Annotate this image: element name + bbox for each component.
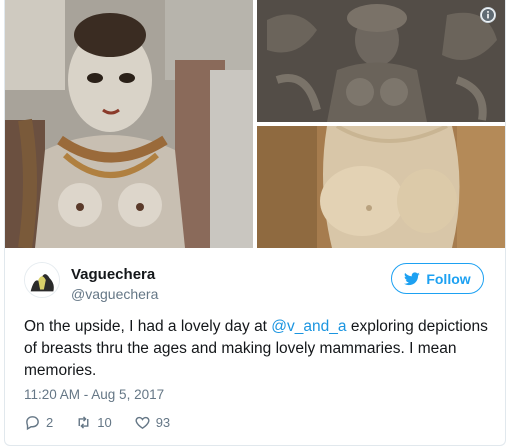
timestamp[interactable]: 11:20 AM - Aug 5, 2017	[24, 386, 164, 404]
retweet-button[interactable]: 10	[75, 414, 112, 431]
retweet-count: 10	[97, 414, 112, 430]
author-handle[interactable]: @vaguechera	[71, 285, 158, 303]
media-grid	[5, 0, 505, 248]
mention-link[interactable]: @v_and_a	[271, 318, 346, 335]
info-icon[interactable]	[480, 7, 496, 23]
follow-button[interactable]: Follow	[391, 263, 484, 294]
tweet-text-part1: On the upside, I had a lovely day at	[24, 318, 272, 335]
reply-count: 2	[46, 414, 54, 430]
tweet-text: On the upside, I had a lovely day at @v_…	[24, 316, 494, 382]
twitter-bird-icon	[404, 271, 421, 286]
action-bar: 2 10 93	[24, 412, 192, 432]
like-count: 93	[155, 414, 171, 430]
avatar[interactable]	[24, 262, 60, 298]
photo-painted-bust[interactable]	[5, 0, 253, 248]
photo-stone-carving[interactable]	[257, 0, 505, 122]
reply-button[interactable]: 2	[24, 414, 53, 431]
photo-marble-torso[interactable]	[257, 126, 505, 248]
follow-label: Follow	[426, 270, 471, 287]
author-name[interactable]: Vaguechera	[71, 266, 155, 284]
heart-icon	[134, 414, 151, 431]
reply-icon	[24, 414, 41, 431]
retweet-icon	[75, 414, 92, 431]
tweet-card: Vaguechera @vaguechera Follow On the ups…	[4, 0, 506, 446]
like-button[interactable]: 93	[134, 414, 170, 431]
